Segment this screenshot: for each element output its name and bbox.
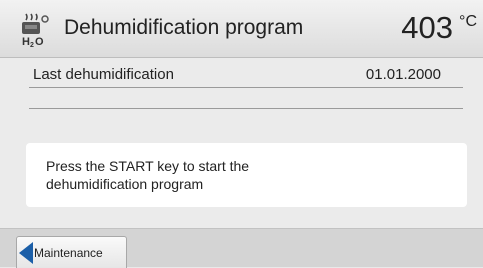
- instruction-message-box: Press the START key to start the dehumid…: [26, 143, 467, 207]
- empty-row: [29, 82, 463, 109]
- maintenance-back-button[interactable]: Maintenance: [16, 236, 127, 268]
- bottom-nav-bar: Maintenance: [0, 228, 483, 268]
- svg-text:H: H: [22, 36, 30, 47]
- dehumidification-screen: H 2 O Dehumidification program 403 °C La…: [0, 0, 483, 268]
- last-dehumidification-value: 01.01.2000: [365, 66, 441, 83]
- temperature-unit: °C: [459, 13, 477, 30]
- temperature-value: 403: [401, 10, 453, 45]
- svg-text:2: 2: [30, 42, 34, 47]
- arrow-left-icon: [19, 242, 33, 264]
- header-bar: H 2 O Dehumidification program 403 °C: [0, 0, 483, 58]
- dehumidification-icon: H 2 O: [20, 13, 54, 49]
- instruction-message-text: Press the START key to start the dehumid…: [46, 158, 250, 192]
- maintenance-button-label: Maintenance: [34, 246, 103, 260]
- last-dehumidification-label: Last dehumidification: [33, 66, 174, 83]
- page-title: Dehumidification program: [64, 16, 304, 39]
- svg-text:O: O: [35, 36, 44, 47]
